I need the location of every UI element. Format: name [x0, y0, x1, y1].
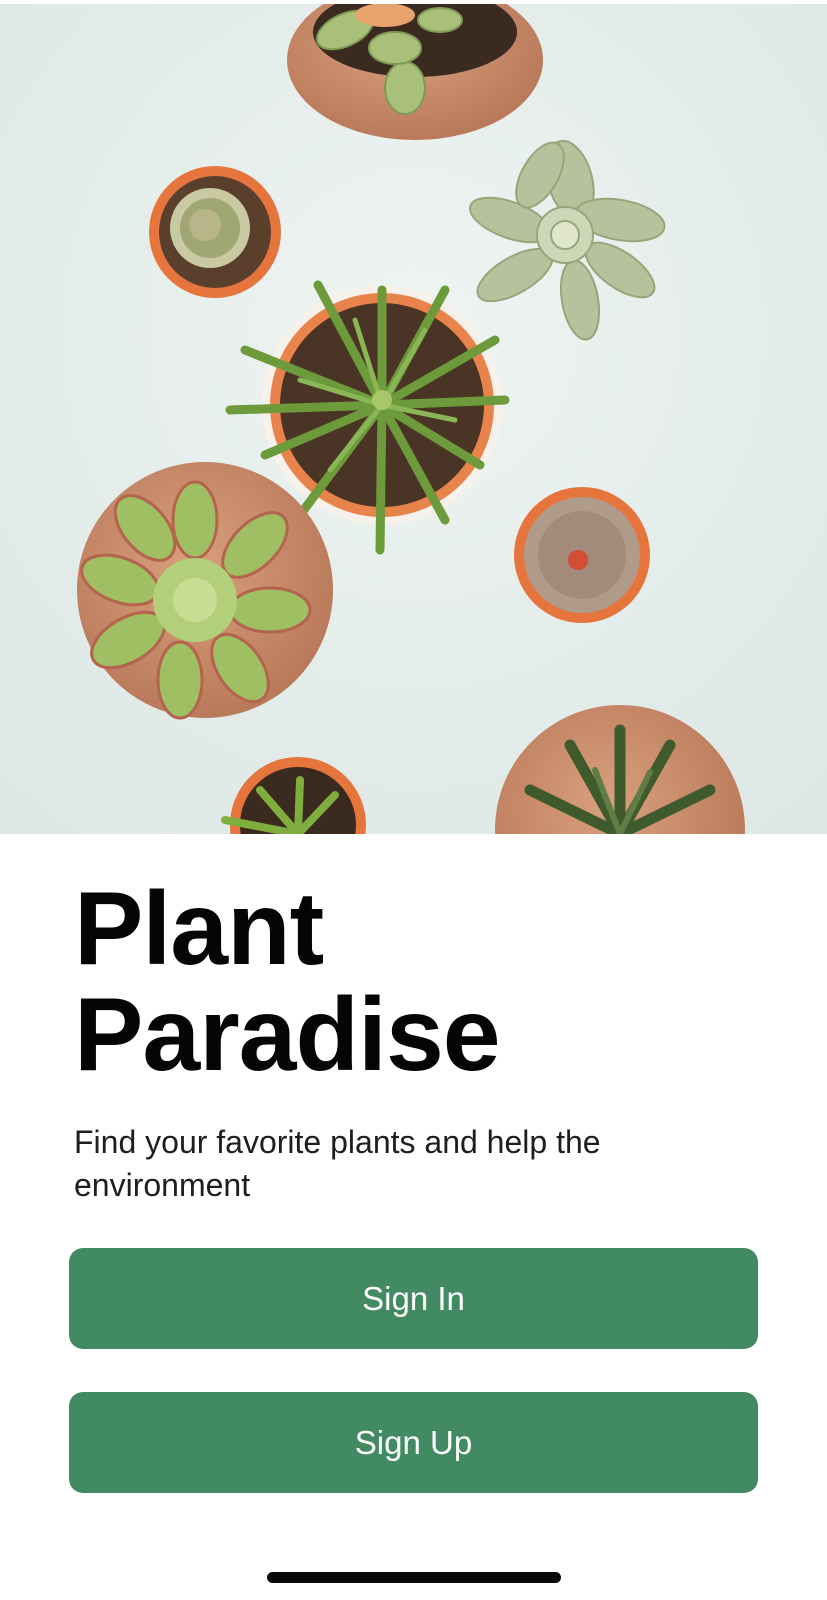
hero-image [0, 0, 827, 834]
sign-up-button[interactable]: Sign Up [69, 1392, 758, 1493]
app-title: Plant Paradise [74, 871, 501, 1093]
round-cactus-pot [514, 487, 650, 623]
app-title-line2: Paradise [74, 977, 501, 1093]
app-subtitle: Find your favorite plants and help the e… [74, 1124, 601, 1203]
sign-in-button[interactable]: Sign In [69, 1248, 758, 1349]
echeveria-pot [77, 462, 333, 720]
succulent-plants-photo-icon [0, 0, 827, 834]
hero-top-edge [0, 0, 827, 4]
app-title-line1: Plant [74, 871, 324, 987]
home-indicator[interactable] [267, 1572, 561, 1583]
welcome-screen: Plant Paradise Find your favorite plants… [0, 0, 827, 1600]
small-cactus-pot [149, 166, 281, 298]
